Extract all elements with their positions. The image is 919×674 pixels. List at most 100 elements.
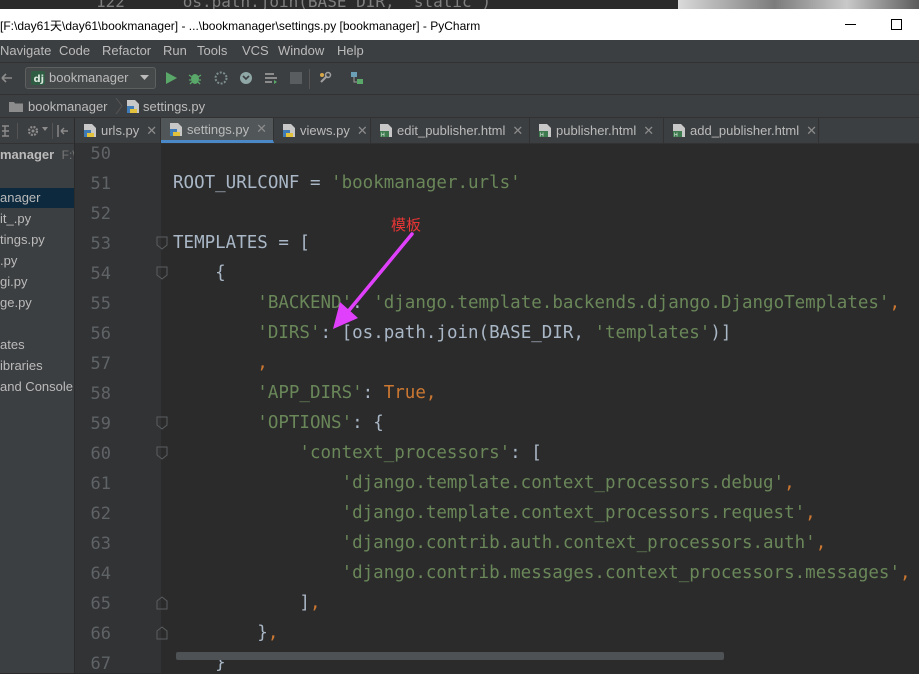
code-line-65: ],: [173, 593, 320, 613]
tab-settings-py[interactable]: settings.py ✕: [161, 118, 274, 143]
folder-icon: [9, 102, 23, 112]
line-number: 62: [90, 504, 111, 524]
maximize-button[interactable]: [873, 9, 919, 40]
breadcrumb-project[interactable]: bookmanager: [28, 99, 108, 114]
html-file-icon: H: [672, 123, 686, 139]
close-icon[interactable]: ✕: [643, 123, 654, 139]
fold-marker-icon[interactable]: [155, 236, 169, 250]
chevron-down-icon[interactable]: [42, 127, 48, 131]
python-file-icon: [282, 123, 296, 138]
code-string: 'DIRS': [173, 323, 321, 343]
panel-separator: [17, 123, 18, 139]
fold-end-icon[interactable]: [155, 596, 169, 610]
coverage-icon[interactable]: [214, 71, 228, 85]
hide-panel-icon[interactable]: [57, 124, 69, 138]
minimize-button[interactable]: [827, 9, 873, 40]
concurrency-icon[interactable]: [264, 71, 278, 85]
tab-label: add_publisher.html: [690, 123, 800, 138]
tree-item[interactable]: gi.py: [0, 272, 74, 292]
project-root[interactable]: manager F:\day6: [0, 146, 74, 166]
tab-publisher-html[interactable]: H publisher.html ✕: [530, 118, 664, 143]
menu-help[interactable]: Help: [337, 43, 364, 58]
tab-edit-publisher-html[interactable]: H edit_publisher.html ✕: [371, 118, 530, 143]
html-file-icon: H: [538, 123, 552, 139]
code-token: ,: [425, 383, 437, 403]
tab-add-publisher-html[interactable]: H add_publisher.html ✕: [664, 118, 819, 143]
code-line-60: 'context_processors': [: [173, 443, 542, 463]
line-number: 57: [90, 354, 111, 374]
project-structure-icon[interactable]: [350, 71, 364, 85]
menu-run[interactable]: Run: [163, 43, 187, 58]
code-line-53: TEMPLATES = [: [173, 233, 310, 253]
code-token: ]: [173, 593, 310, 613]
html-file-icon: H: [379, 123, 393, 139]
code-line-51: ROOT_URLCONF = 'bookmanager.urls': [173, 173, 521, 193]
menu-code[interactable]: Code: [59, 43, 90, 58]
code-line-56: 'DIRS': [os.path.join(BASE_DIR, 'templat…: [173, 323, 731, 343]
line-number: 59: [90, 414, 111, 434]
back-arrow-icon[interactable]: [0, 71, 14, 85]
code-line-59: 'OPTIONS': {: [173, 413, 384, 433]
panel-separator: [52, 123, 53, 139]
close-icon[interactable]: ✕: [146, 123, 157, 139]
code-token: : {: [352, 413, 384, 433]
tree-item[interactable]: ge.py: [0, 293, 74, 313]
line-number: 64: [90, 564, 111, 584]
run-configuration-dropdown[interactable]: dj bookmanager: [25, 67, 156, 89]
tree-item[interactable]: anager: [0, 188, 74, 208]
tree-item[interactable]: ibraries: [0, 356, 74, 376]
code-token: :: [362, 383, 384, 403]
fold-marker-icon[interactable]: [155, 416, 169, 430]
settings-wrench-icon[interactable]: [318, 71, 332, 85]
tree-item[interactable]: ates: [0, 335, 74, 355]
code-token: )]: [710, 323, 732, 343]
code-line-57: ,: [173, 353, 268, 373]
profile-icon[interactable]: [239, 71, 253, 85]
code-token: ,: [899, 563, 911, 583]
debug-icon[interactable]: [188, 71, 202, 85]
code-token: ,: [173, 353, 268, 373]
svg-text:H: H: [540, 133, 544, 139]
tree-item[interactable]: .py: [0, 251, 74, 271]
tree-item[interactable]: and Console: [0, 377, 74, 397]
code-token: ,: [805, 503, 816, 523]
gear-icon[interactable]: [26, 124, 40, 138]
close-icon[interactable]: ✕: [357, 123, 368, 139]
code-token: ROOT_URLCONF =: [173, 173, 332, 193]
code-string: 'bookmanager.urls': [331, 173, 521, 193]
code-token: ,: [889, 293, 901, 313]
line-number: 61: [90, 474, 111, 494]
menu-window[interactable]: Window: [278, 43, 324, 58]
menu-navigate[interactable]: Navigate: [0, 43, 51, 58]
run-icon[interactable]: [164, 71, 178, 85]
code-line-58: 'APP_DIRS': True,: [173, 383, 436, 403]
close-icon[interactable]: ✕: [806, 123, 817, 139]
code-line-55: 'BACKEND': 'django.template.backends.dja…: [173, 293, 900, 313]
background-image: [678, 0, 919, 9]
fold-marker-icon[interactable]: [155, 446, 169, 460]
tree-item[interactable]: tings.py: [0, 230, 74, 250]
breadcrumb-file[interactable]: settings.py: [143, 99, 205, 114]
stop-icon[interactable]: [289, 71, 303, 85]
menu-tools[interactable]: Tools: [197, 43, 227, 58]
close-icon[interactable]: ✕: [256, 121, 267, 137]
fold-end-icon[interactable]: [155, 626, 169, 640]
tab-urls-py[interactable]: urls.py ✕: [75, 118, 161, 143]
code-string: 'templates': [594, 323, 711, 343]
menu-vcs[interactable]: VCS: [242, 43, 269, 58]
background-code-text: 122 os.path.join(BASE_DIR, 'static'): [96, 0, 491, 9]
horizontal-scrollbar[interactable]: [176, 652, 724, 660]
code-string: 'APP_DIRS': [173, 383, 363, 403]
menu-refactor[interactable]: Refactor: [102, 43, 151, 58]
line-number: 50: [90, 144, 111, 164]
tree-item[interactable]: it_.py: [0, 209, 74, 229]
tab-label: settings.py: [187, 121, 250, 137]
project-root-name: manager: [0, 147, 55, 162]
tab-views-py[interactable]: views.py ✕: [274, 118, 371, 143]
collapse-all-icon[interactable]: [0, 124, 12, 138]
line-number: 54: [90, 264, 111, 284]
close-icon[interactable]: ✕: [512, 123, 523, 139]
code-token: : [: [510, 443, 542, 463]
fold-marker-icon[interactable]: [155, 266, 169, 280]
code-line-54: {: [173, 263, 226, 283]
